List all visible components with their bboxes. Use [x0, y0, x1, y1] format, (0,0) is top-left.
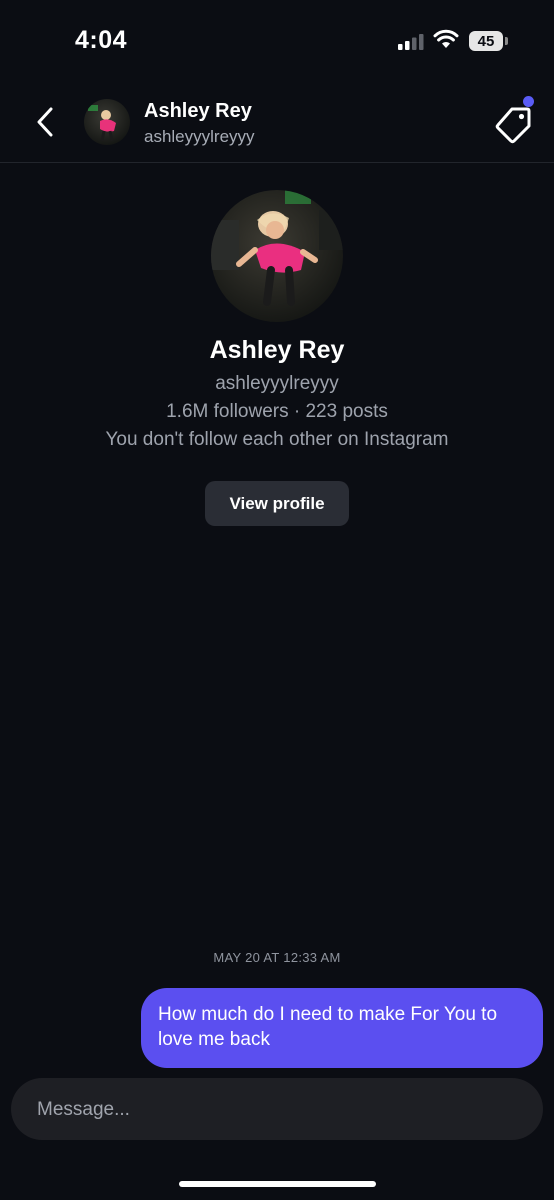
wifi-icon	[433, 29, 459, 48]
profile-name: Ashley Rey	[209, 336, 345, 364]
status-bar: 4:04 45	[0, 0, 554, 82]
profile-card: Ashley Rey ashleyyylreyyy 1.6M followers…	[0, 190, 554, 526]
battery-level: 45	[477, 32, 495, 50]
notification-dot	[523, 96, 534, 107]
tag-icon	[495, 107, 531, 144]
header-avatar[interactable]	[84, 99, 130, 145]
avatar-photo	[84, 99, 130, 145]
battery-tip	[505, 37, 508, 45]
profile-handle: ashleyyylreyyy	[215, 373, 339, 394]
header-name[interactable]: Ashley Rey	[144, 100, 252, 123]
message-timestamp: MAY 20 AT 12:33 AM	[213, 950, 341, 965]
profile-stats: 1.6M followers · 223 posts	[166, 401, 388, 422]
back-button[interactable]	[28, 102, 62, 142]
cellular-signal-icon	[398, 34, 424, 50]
view-profile-button[interactable]: View profile	[205, 481, 349, 526]
battery-icon: 45	[469, 31, 503, 51]
profile-avatar[interactable]	[211, 190, 343, 322]
status-time: 4:04	[75, 26, 128, 54]
tag-button[interactable]	[492, 102, 536, 146]
chat-header: Ashley Rey ashleyyylreyyy	[0, 82, 554, 163]
profile-relation: You don't follow each other on Instagram	[105, 429, 449, 450]
message-input[interactable]	[35, 1078, 523, 1142]
chevron-left-icon	[37, 107, 53, 137]
avatar-photo	[211, 190, 343, 322]
header-handle: ashleyyylreyyy	[144, 127, 255, 146]
sent-message-bubble[interactable]: How much do I need to make For You to lo…	[141, 988, 543, 1068]
home-indicator[interactable]	[179, 1181, 376, 1187]
message-composer[interactable]	[11, 1078, 543, 1142]
